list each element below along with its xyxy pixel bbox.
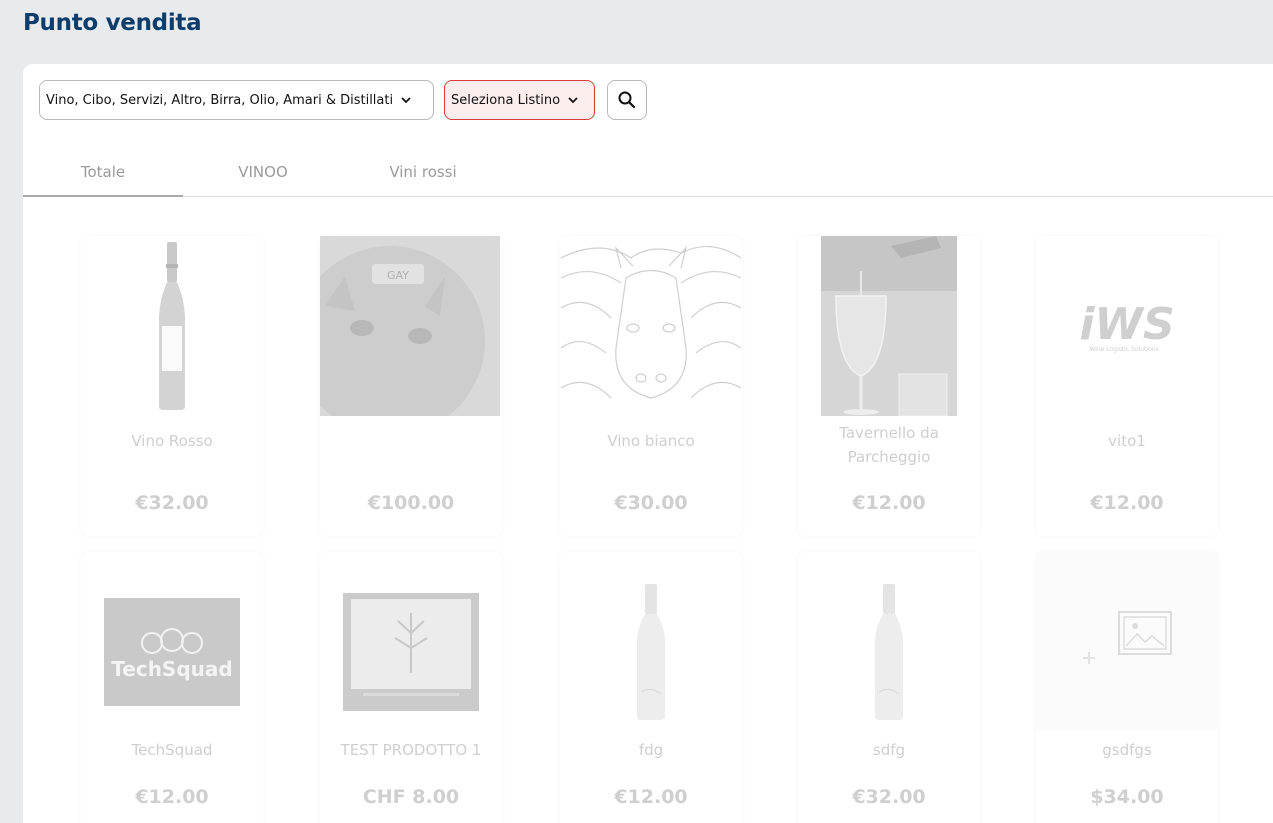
product-image <box>320 552 502 752</box>
product-name: Vino bianco <box>607 432 695 450</box>
product-price: €32.00 <box>135 492 209 514</box>
chevron-down-icon <box>568 97 578 104</box>
page-title: Punto vendita <box>23 10 202 36</box>
product-name: Vino Rosso <box>131 432 213 450</box>
image-caption-text: GAY <box>387 269 409 282</box>
product-image <box>81 236 263 416</box>
product-image: GAY <box>320 236 500 416</box>
product-card[interactable]: gsdfgs $34.00 <box>1036 552 1218 823</box>
image-placeholder-icon <box>1083 611 1172 664</box>
wine-pour-photo-icon <box>821 236 957 416</box>
tab-vini-rossi[interactable]: Vini rossi <box>343 150 503 196</box>
tab-vinoo[interactable]: VINOO <box>183 150 343 196</box>
product-image <box>1036 552 1218 730</box>
search-button[interactable] <box>607 80 647 120</box>
product-price: CHF 8.00 <box>362 786 460 808</box>
product-image <box>798 552 980 752</box>
wine-bottle-icon <box>159 242 185 410</box>
techsquad-logo-text: TechSquad <box>111 657 232 681</box>
product-card[interactable]: Tavernello da Parcheggio €12.00 <box>798 236 980 536</box>
product-name: fdg <box>638 741 664 759</box>
product-image <box>560 552 742 752</box>
product-price: €100.00 <box>367 492 455 514</box>
product-card[interactable]: sdfg €32.00 <box>798 552 980 823</box>
product-price: €12.00 <box>614 786 688 808</box>
product-image: iWS Wine Logistic Solutions <box>1036 236 1218 416</box>
product-price: €12.00 <box>1090 492 1164 514</box>
product-card[interactable]: Vino Rosso €32.00 <box>81 236 263 536</box>
iws-logo-subtext: Wine Logistic Solutions <box>1089 346 1158 353</box>
techsquad-logo-icon: TechSquad <box>104 598 240 706</box>
wine-bottle-icon <box>875 584 903 720</box>
product-card[interactable]: TEST PRODOTTO 1 CHF 8.00 <box>320 552 502 823</box>
product-name: vito1 <box>1108 432 1146 450</box>
iws-logo-icon: iWS Wine Logistic Solutions <box>1079 299 1174 353</box>
category-tabs: Totale VINOO Vini rossi <box>23 150 1273 197</box>
book-cover-icon <box>343 593 479 711</box>
wine-bottle-icon <box>637 584 665 720</box>
price-list-dropdown[interactable]: Seleziona Listino <box>444 80 595 120</box>
cat-photo-icon: GAY <box>320 246 485 416</box>
product-card[interactable]: TechSquad TechSquad €12.00 <box>81 552 263 823</box>
pos-panel: Vino, Cibo, Servizi, Altro, Birra, Olio,… <box>23 64 1273 823</box>
price-list-value: Seleziona Listino <box>451 92 561 108</box>
product-price: €12.00 <box>135 786 209 808</box>
product-image <box>798 236 980 416</box>
product-price: €30.00 <box>614 492 688 514</box>
product-name: TechSquad <box>131 741 213 759</box>
product-price: €32.00 <box>852 786 926 808</box>
category-filter-value: Vino, Cibo, Servizi, Altro, Birra, Olio,… <box>46 92 394 108</box>
product-card[interactable]: GAY €100.00 <box>320 236 502 536</box>
product-name: gsdfgs <box>1102 741 1152 759</box>
product-card[interactable]: Vino bianco €30.00 <box>560 236 742 536</box>
product-price: $34.00 <box>1090 786 1164 808</box>
product-image <box>560 236 742 416</box>
search-icon <box>618 91 636 109</box>
tab-totale[interactable]: Totale <box>23 150 183 197</box>
product-image: TechSquad <box>81 552 263 752</box>
product-price: €12.00 <box>852 492 926 514</box>
category-filter-dropdown[interactable]: Vino, Cibo, Servizi, Altro, Birra, Olio,… <box>39 80 434 120</box>
product-name: Tavernello da Parcheggio <box>839 424 939 466</box>
iws-logo-text: iWS <box>1079 299 1174 350</box>
horse-sketch-icon <box>561 245 741 399</box>
product-card[interactable]: fdg €12.00 <box>560 552 742 823</box>
product-name: TEST PRODOTTO 1 <box>340 741 482 759</box>
product-name: sdfg <box>872 741 906 759</box>
product-card[interactable]: iWS Wine Logistic Solutions vito1 €12.00 <box>1036 236 1218 536</box>
chevron-down-icon <box>401 97 411 104</box>
